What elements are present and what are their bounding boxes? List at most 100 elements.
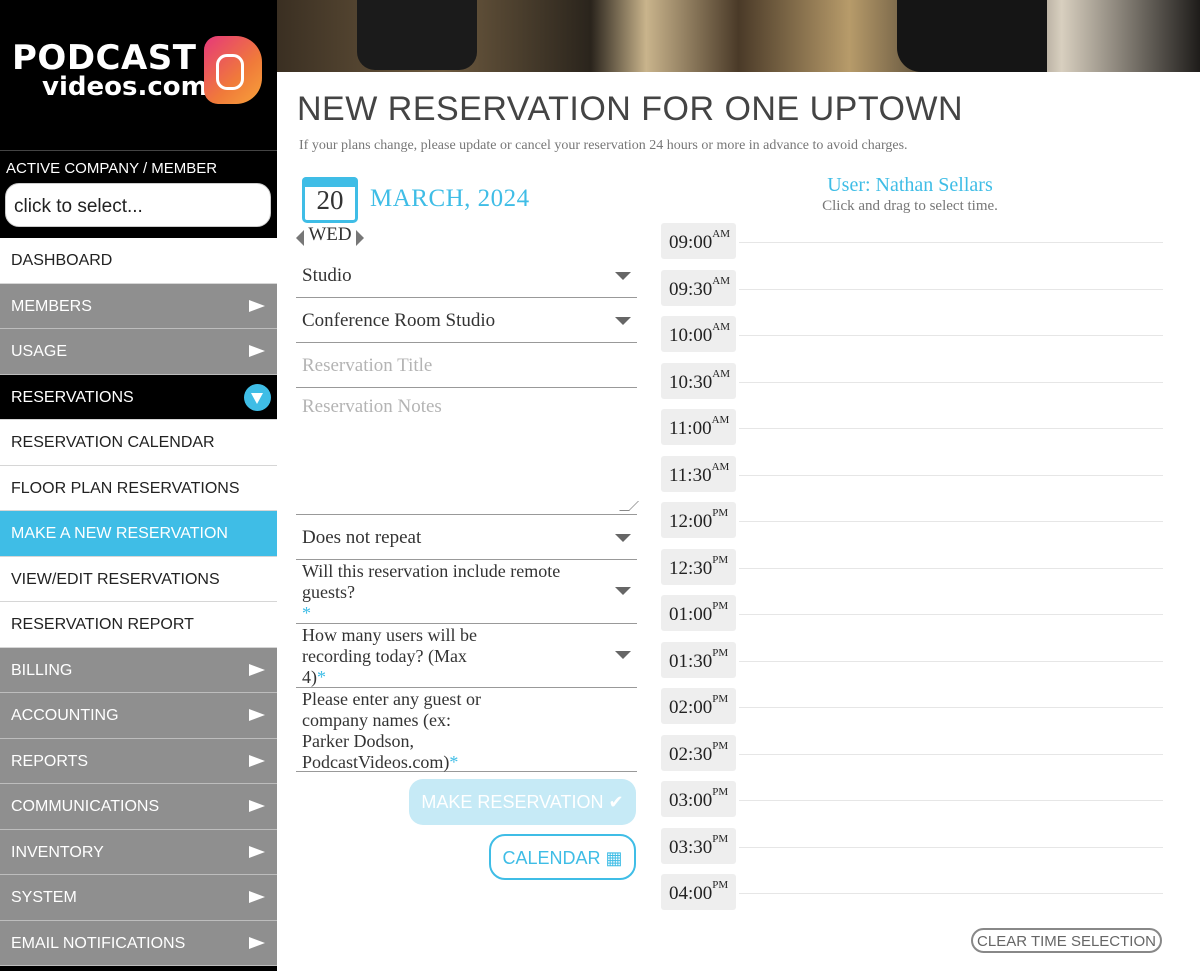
time-slot-ampm: PM <box>712 832 729 845</box>
time-slot-row[interactable]: 03:00PM <box>661 781 1163 828</box>
time-slot-track[interactable] <box>739 381 1163 383</box>
remote-guests-question: Will this reservation include remote gue… <box>302 561 561 602</box>
time-slot-row[interactable]: 03:30PM <box>661 827 1163 875</box>
clear-time-selection-button[interactable]: CLEAR TIME SELECTION <box>971 928 1162 953</box>
time-slot-label: 02:00PM <box>661 688 736 724</box>
time-slot-label: 11:30AM <box>661 455 736 492</box>
time-slot-track[interactable] <box>739 567 1163 569</box>
reservation-title-input[interactable]: Reservation Title <box>296 343 637 388</box>
calendar-button-label: CALENDAR <box>502 848 601 868</box>
time-slot-time: 02:00 <box>669 697 713 718</box>
chevron-down-icon <box>615 317 631 325</box>
resource-type-select[interactable]: Studio <box>296 253 637 298</box>
chevron-right-icon <box>249 663 265 676</box>
time-slot-track[interactable] <box>739 428 1163 429</box>
time-slot-row[interactable]: 10:30AM <box>661 362 1163 410</box>
sidebar-item-label: MAKE A NEW RESERVATION <box>11 525 228 542</box>
time-slot-time: 03:00 <box>669 790 713 811</box>
time-slot-row[interactable]: 12:30PM <box>661 548 1163 596</box>
time-slot-track[interactable] <box>739 893 1163 894</box>
time-slot-row[interactable]: 11:00AM <box>661 409 1163 456</box>
time-slot-track[interactable] <box>739 288 1163 290</box>
time-slot-row[interactable]: 01:30PM <box>661 641 1163 689</box>
time-slot-track[interactable] <box>739 846 1163 848</box>
chevron-down-circle-icon[interactable] <box>244 383 271 411</box>
resize-handle-icon[interactable] <box>619 501 639 511</box>
resource-select[interactable]: Conference Room Studio <box>296 298 637 343</box>
time-slot-row[interactable]: 02:00PM <box>661 688 1163 735</box>
time-slot-row[interactable]: 09:00AM <box>661 223 1163 270</box>
sidebar-item-reservation-report[interactable]: RESERVATION REPORT <box>0 602 277 648</box>
time-slot-track[interactable] <box>739 474 1163 476</box>
next-day-icon[interactable] <box>356 230 364 246</box>
repeat-select[interactable]: Does not repeat <box>296 515 637 560</box>
time-slot-label: 03:30PM <box>661 827 736 864</box>
sidebar-item-billing[interactable]: BILLING <box>0 647 277 693</box>
time-slot-row[interactable]: 04:00PM <box>661 874 1163 921</box>
logo[interactable]: PODCAST videos.com <box>0 0 277 148</box>
time-slot-track[interactable] <box>739 242 1163 243</box>
time-slot-ampm: PM <box>712 646 729 659</box>
chevron-right-icon <box>249 754 265 767</box>
reservation-title-placeholder: Reservation Title <box>302 355 433 376</box>
time-slot-track[interactable] <box>739 335 1163 336</box>
time-slot-ampm: PM <box>712 553 729 566</box>
page-subtitle: If your plans change, please update or c… <box>299 138 908 153</box>
time-slot-row[interactable]: 11:30AM <box>661 455 1163 503</box>
sidebar-menu: DASHBOARD MEMBERS USAGE RESERVATIONS RESERVA… <box>0 238 277 966</box>
guest-names-input[interactable]: Please enter any guest or company names … <box>296 688 637 772</box>
sidebar-item-make-a-new-reservation[interactable]: MAKE A NEW RESERVATION <box>0 511 277 557</box>
logo-text-line2: videos.com <box>42 72 208 102</box>
time-slot-track[interactable] <box>739 614 1163 615</box>
required-mark: * <box>302 603 311 623</box>
camera-image <box>897 0 1047 72</box>
chevron-right-icon <box>249 936 265 949</box>
sidebar-item-members[interactable]: MEMBERS <box>0 283 277 329</box>
time-slot-track[interactable] <box>739 800 1163 801</box>
time-slot-row[interactable]: 09:30AM <box>661 269 1163 317</box>
make-reservation-button[interactable]: MAKE RESERVATION ✔ <box>409 779 636 825</box>
sidebar-item-label: USAGE <box>11 343 68 360</box>
time-slot-row[interactable]: 02:30PM <box>661 734 1163 782</box>
sidebar-item-label: RESERVATION CALENDAR <box>11 434 215 451</box>
remote-guests-select[interactable]: Will this reservation include remote gue… <box>296 560 637 624</box>
sidebar-item-accounting[interactable]: ACCOUNTING <box>0 693 277 739</box>
time-slot-row[interactable]: 01:00PM <box>661 595 1163 642</box>
time-slot-row[interactable]: 10:00AM <box>661 316 1163 363</box>
time-slot-ampm: PM <box>712 600 729 612</box>
sidebar-item-view-edit-reservations[interactable]: VIEW/EDIT RESERVATIONS <box>0 556 277 602</box>
sidebar-item-email-notifications[interactable]: EMAIL NOTIFICATIONS <box>0 920 277 966</box>
time-slot-label: 12:00PM <box>661 502 736 538</box>
sidebar-item-communications[interactable]: COMMUNICATIONS <box>0 784 277 830</box>
time-slot-time: 01:30 <box>669 650 713 672</box>
company-member-select[interactable]: click to select... <box>5 183 271 227</box>
chevron-right-icon <box>249 845 265 858</box>
time-slot-label: 10:30AM <box>661 362 736 399</box>
chevron-right-icon <box>249 800 265 812</box>
sidebar-item-system[interactable]: SYSTEM <box>0 875 277 921</box>
date-month-year: MARCH, 2024 <box>370 185 530 212</box>
sidebar-item-dashboard[interactable]: DASHBOARD <box>0 238 277 284</box>
sidebar-item-reservations[interactable]: RESERVATIONS <box>0 374 277 420</box>
sidebar-item-reports[interactable]: REPORTS <box>0 738 277 784</box>
time-slot-label: 01:30PM <box>661 641 736 678</box>
time-slot-track[interactable] <box>739 707 1163 708</box>
sidebar-item-inventory[interactable]: INVENTORY <box>0 829 277 875</box>
sidebar-item-reservation-calendar[interactable]: RESERVATION CALENDAR <box>0 420 277 466</box>
time-slot-row[interactable]: 12:00PM <box>661 502 1163 549</box>
previous-day-icon[interactable] <box>296 230 304 246</box>
time-slot-time: 01:00 <box>669 604 713 625</box>
reservation-notes-textarea[interactable]: Reservation Notes <box>296 388 639 515</box>
recording-users-select[interactable]: How many users will be recording today? … <box>296 624 637 688</box>
sidebar-item-label: COMMUNICATIONS <box>11 798 160 815</box>
date-weekday: WED <box>308 224 352 245</box>
calendar-button[interactable]: CALENDAR ▦ <box>489 834 636 880</box>
time-slot-track[interactable] <box>739 521 1163 522</box>
chevron-down-icon <box>615 651 631 659</box>
sidebar-item-usage[interactable]: USAGE <box>0 329 277 375</box>
time-slot-track[interactable] <box>739 753 1163 755</box>
sidebar-item-label: RESERVATION REPORT <box>11 616 194 633</box>
time-slot-track[interactable] <box>739 660 1163 662</box>
sidebar-item-floor-plan-reservations[interactable]: FLOOR PLAN RESERVATIONS <box>0 465 277 511</box>
sidebar-item-label: FLOOR PLAN RESERVATIONS <box>11 479 240 497</box>
